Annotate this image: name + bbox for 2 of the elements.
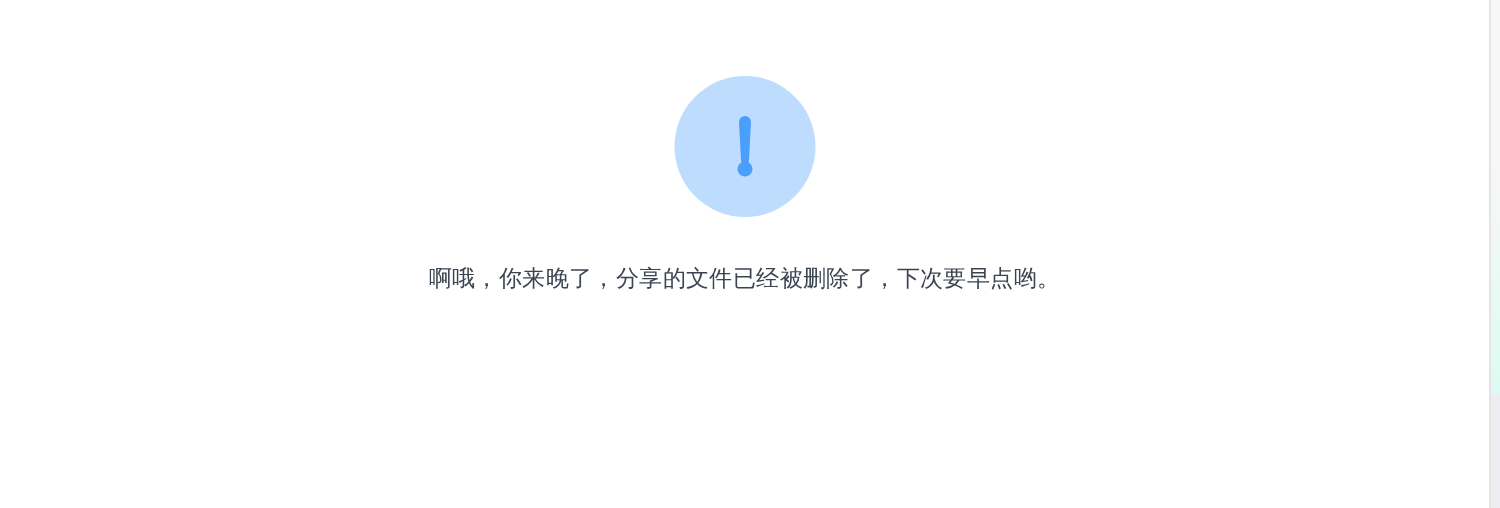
warning-icon — [673, 76, 816, 217]
message-text: 啊哦，你来晚了，分享的文件已经被删除了，下次要早点哟。 — [428, 264, 1061, 293]
